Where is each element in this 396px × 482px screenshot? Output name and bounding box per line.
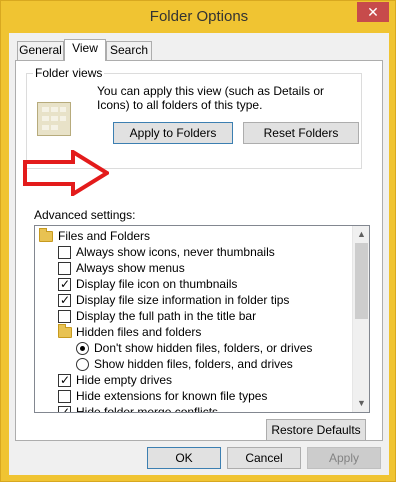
folder-icon — [58, 324, 72, 338]
dont-show-hidden-radio[interactable] — [76, 342, 89, 355]
tree-item-label: Always show menus — [76, 261, 185, 275]
tree-item-label: Hide empty drives — [76, 373, 173, 387]
ok-button[interactable]: OK — [147, 447, 221, 469]
always-show-menus-checkbox[interactable] — [58, 262, 71, 275]
hide-extensions-checkbox[interactable] — [58, 390, 71, 403]
folder-options-window: Folder Options ✕ General View Search Fol… — [0, 0, 396, 482]
display-file-size-checkbox[interactable] — [58, 292, 71, 308]
scroll-up-arrow-icon[interactable]: ▲ — [353, 226, 369, 243]
tree-item-label: Files and Folders — [58, 229, 151, 243]
dialog-client-area: General View Search Folder views You can… — [9, 33, 389, 475]
advanced-settings-tree[interactable]: Files and Folders Always show icons, nev… — [34, 225, 370, 413]
tree-item-label: Display the full path in the title bar — [76, 309, 257, 323]
show-hidden-radio[interactable] — [76, 358, 89, 371]
tab-general[interactable]: General — [17, 41, 64, 60]
tree-item-label: Hide extensions for known file types — [76, 389, 268, 403]
close-button[interactable]: ✕ — [357, 2, 389, 22]
reset-folders-button[interactable]: Reset Folders — [243, 122, 359, 144]
tree-item-label: Display file size information in folder … — [76, 293, 290, 307]
folder-views-label: Folder views — [33, 66, 105, 80]
cancel-button[interactable]: Cancel — [227, 447, 301, 469]
tab-search[interactable]: Search — [106, 41, 152, 60]
tree-item-label: Don't show hidden files, folders, or dri… — [94, 341, 313, 355]
tree-item-label: Hidden files and folders — [76, 325, 202, 339]
apply-button[interactable]: Apply — [307, 447, 381, 469]
tree-item-label: Show hidden files, folders, and drives — [94, 357, 293, 371]
tree-item-label: Hide folder merge conflicts — [76, 405, 219, 413]
hide-merge-conflicts-checkbox[interactable] — [58, 404, 71, 412]
scroll-down-arrow-icon[interactable]: ▼ — [353, 395, 369, 412]
advanced-settings-label: Advanced settings: — [34, 208, 136, 222]
restore-defaults-button[interactable]: Restore Defaults — [266, 419, 366, 441]
always-show-icons-checkbox[interactable] — [58, 246, 71, 259]
view-tab-panel: Folder views You can apply this view (su… — [15, 60, 383, 441]
scrollbar-thumb[interactable] — [355, 243, 368, 319]
tree-item-label: Display file icon on thumbnails — [76, 277, 238, 291]
tab-view[interactable]: View — [64, 39, 106, 61]
hide-empty-drives-checkbox[interactable] — [58, 372, 71, 388]
folder-view-icon — [37, 102, 71, 136]
apply-to-folders-button[interactable]: Apply to Folders — [113, 122, 233, 144]
tree-item-label: Always show icons, never thumbnails — [76, 245, 275, 259]
folder-views-description: You can apply this view (such as Details… — [97, 84, 325, 112]
window-title: Folder Options — [149, 8, 249, 25]
display-full-path-checkbox[interactable] — [58, 310, 71, 323]
display-file-icon-checkbox[interactable] — [58, 276, 71, 292]
red-arrow-annotation-icon — [23, 150, 109, 196]
tree-scrollbar[interactable]: ▲ ▼ — [352, 226, 369, 412]
folder-icon — [39, 228, 53, 242]
